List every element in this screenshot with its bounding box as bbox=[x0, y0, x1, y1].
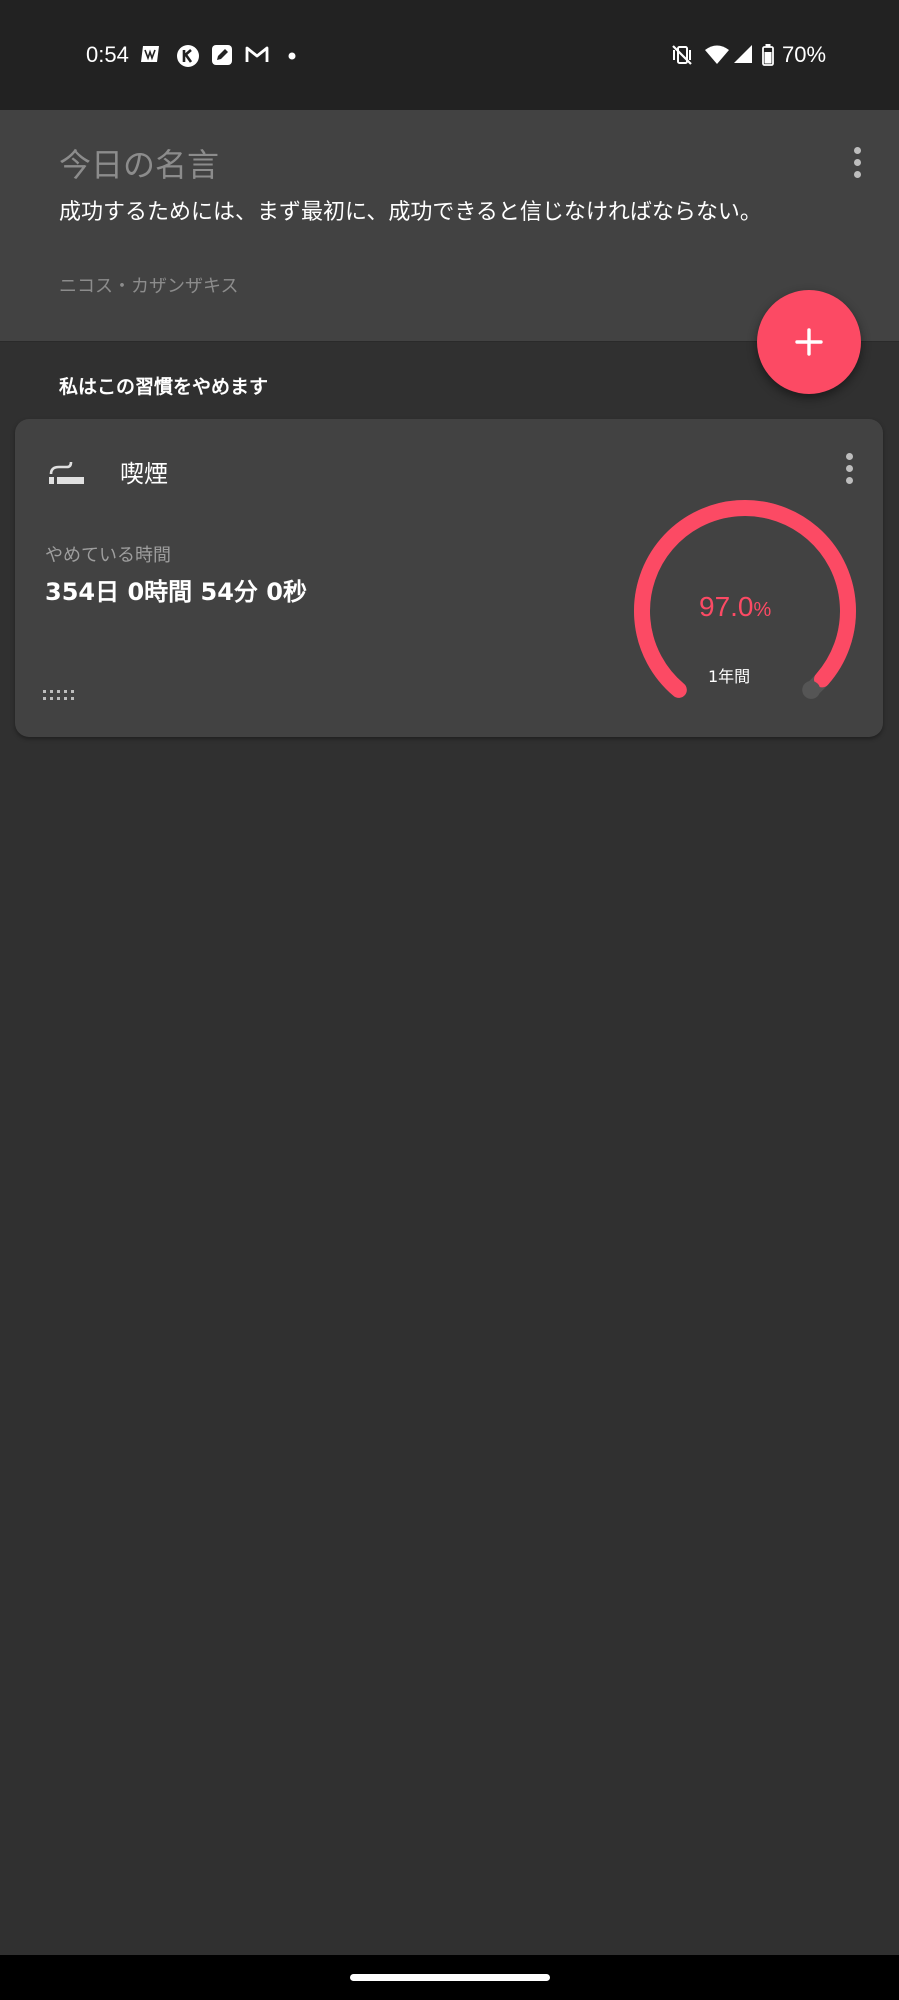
plus-icon bbox=[795, 328, 823, 356]
home-handle[interactable] bbox=[350, 1974, 550, 1981]
k-app-icon bbox=[176, 44, 200, 68]
goal-period: 1年間 bbox=[708, 667, 751, 686]
status-bar: 0:54 70% bbox=[0, 0, 899, 110]
gmail-icon bbox=[245, 44, 269, 64]
signal-icon bbox=[733, 44, 753, 64]
habit-menu-icon[interactable] bbox=[846, 453, 853, 484]
habit-card[interactable]: 喫煙 やめている時間 354日 0時間 54分 0秒 97.0% 1年間 bbox=[15, 419, 883, 737]
news-app-icon bbox=[140, 44, 162, 64]
more-dot-icon bbox=[288, 52, 296, 60]
quote-of-the-day-panel: 今日の名言 成功するためには、まず最初に、成功できると信じなければならない。 ニ… bbox=[0, 110, 899, 342]
progress-percent: 97.0% bbox=[699, 591, 772, 622]
status-time: 0:54 bbox=[86, 42, 129, 67]
habit-name: 喫煙 bbox=[120, 460, 168, 488]
battery-percent: 70% bbox=[782, 42, 827, 67]
elapsed-time: 354日 0時間 54分 0秒 bbox=[45, 578, 307, 606]
quote-text: 成功するためには、まず最初に、成功できると信じなければならない。 bbox=[59, 200, 762, 225]
navigation-bar bbox=[0, 1955, 899, 2000]
quote-title: 今日の名言 bbox=[59, 146, 220, 184]
battery-icon bbox=[762, 44, 774, 66]
smoking-icon bbox=[47, 457, 87, 491]
habits-section-label: 私はこの習慣をやめます bbox=[59, 376, 269, 398]
wifi-icon bbox=[704, 44, 730, 66]
add-habit-button[interactable] bbox=[757, 290, 861, 394]
vibrate-off-icon bbox=[670, 44, 694, 66]
quote-author: ニコス・カザンザキス bbox=[59, 276, 239, 297]
drag-handle-icon[interactable] bbox=[43, 687, 79, 706]
gauge-end-dot bbox=[802, 680, 821, 699]
elapsed-label: やめている時間 bbox=[45, 545, 171, 566]
edit-app-icon bbox=[211, 44, 233, 66]
quote-menu-icon[interactable] bbox=[854, 147, 861, 178]
